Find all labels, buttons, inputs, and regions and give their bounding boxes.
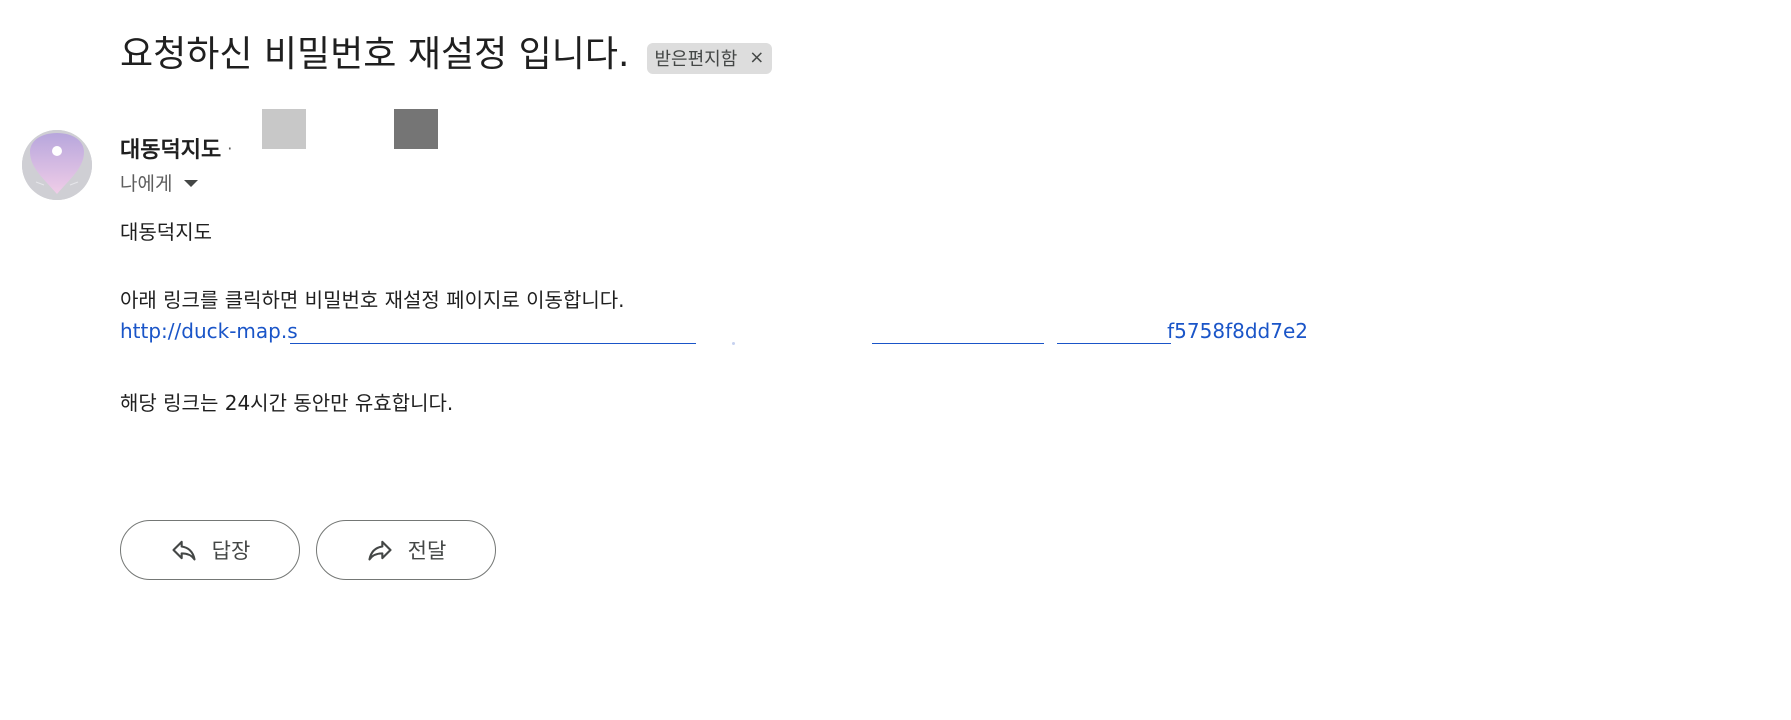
- forward-label: 전달: [407, 539, 447, 563]
- sender-separator: ·: [227, 138, 233, 158]
- inbox-label-text: 받은편지함: [654, 49, 738, 70]
- forward-arrow-icon: [368, 540, 392, 561]
- subject-row: 요청하신 비밀번호 재설정 입니다. 받은편지함 ×: [120, 28, 773, 82]
- inbox-label-chip[interactable]: 받은편지함 ×: [647, 42, 773, 74]
- password-reset-link[interactable]: http://duck-map.s f5758f8dd7e2: [120, 319, 1308, 349]
- sender-avatar[interactable]: [22, 130, 92, 200]
- recipient-text: 나에게: [120, 172, 173, 195]
- link-underline-segment: [1057, 343, 1171, 344]
- redacted-sender-address: [262, 109, 306, 149]
- reset-link-end[interactable]: f5758f8dd7e2: [1167, 319, 1308, 343]
- body-greeting: 대동덕지도: [120, 220, 212, 244]
- link-underline-segment: [872, 343, 1044, 344]
- chevron-down-icon: [184, 179, 199, 187]
- location-pin-icon: [22, 130, 92, 200]
- link-underline-segment: [290, 343, 696, 344]
- link-dot: [732, 342, 735, 345]
- reply-label: 답장: [211, 539, 251, 563]
- recipient-details-toggle[interactable]: 나에게: [120, 168, 199, 196]
- forward-button[interactable]: 전달: [316, 520, 496, 580]
- sender-name[interactable]: 대동덕지도: [120, 132, 221, 164]
- body-validity-note: 해당 링크는 24시간 동안만 유효합니다.: [120, 391, 454, 415]
- reset-link-start[interactable]: http://duck-map.s: [120, 319, 298, 343]
- email-subject: 요청하신 비밀번호 재설정 입니다.: [120, 34, 630, 75]
- email-view: 요청하신 비밀번호 재설정 입니다. 받은편지함 × 대동덕지도 · 나에게 대…: [0, 0, 1791, 720]
- reply-arrow-icon: [172, 540, 196, 561]
- body-instruction: 아래 링크를 클릭하면 비밀번호 재설정 페이지로 이동합니다.: [120, 288, 625, 312]
- reply-button[interactable]: 답장: [120, 520, 300, 580]
- sender-row: 대동덕지도 ·: [120, 128, 232, 168]
- redacted-sender-detail: [394, 109, 438, 149]
- remove-label-icon[interactable]: ×: [749, 49, 764, 67]
